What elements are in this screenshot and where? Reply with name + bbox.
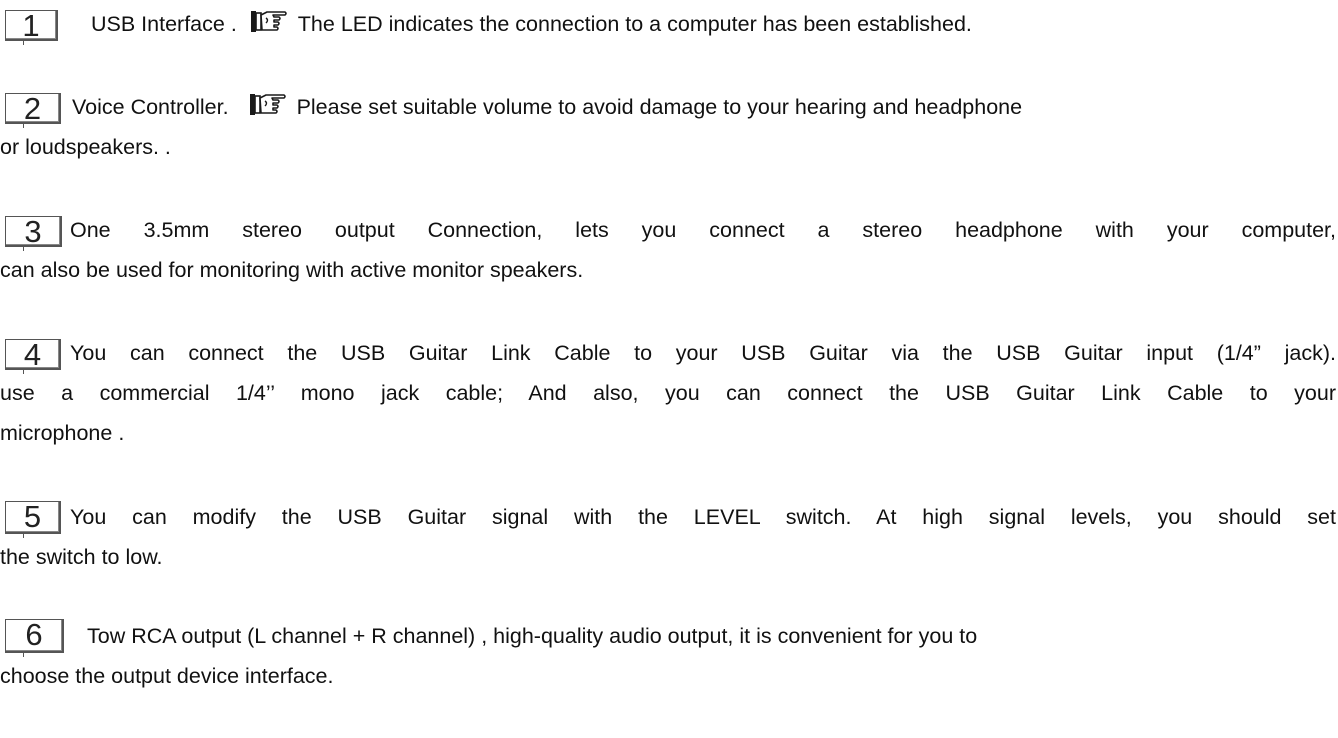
item-text-line: Tow RCA output (L channel + R channel) ,… xyxy=(87,624,978,648)
item-4: 4 You can connect the USB Guitar Link Ca… xyxy=(0,333,1336,453)
item-text-line: use a commercial 1/4’’ mono jack cable; … xyxy=(0,381,1336,405)
number-box: 6 xyxy=(5,619,64,657)
item-6: 6 Tow RCA output (L channel + R channel)… xyxy=(0,616,1336,696)
item-5: 5 You can modify the USB Guitar signal w… xyxy=(0,497,1336,577)
item-text-line: You can connect the USB Guitar Link Cabl… xyxy=(70,341,1336,365)
item-1: 1 USB Interface . The LED indicates the … xyxy=(0,4,1336,45)
item-text-line: You can modify the USB Guitar signal wit… xyxy=(70,505,1336,529)
item-3: 3 One 3.5mm stereo output Connection, le… xyxy=(0,210,1336,290)
item-note: Please set suitable volume to avoid dama… xyxy=(296,95,1023,119)
number-box: 3 xyxy=(5,216,62,251)
item-text-line: the switch to low. xyxy=(0,545,163,569)
number-box: 2 xyxy=(5,93,61,128)
pointing-hand-icon xyxy=(250,8,288,36)
item-note: The LED indicates the connection to a co… xyxy=(297,12,972,36)
pointing-hand-icon xyxy=(249,91,287,119)
number-box: 4 xyxy=(5,339,61,374)
item-title: Voice Controller. xyxy=(72,95,229,119)
item-text-line: One 3.5mm stereo output Connection, lets… xyxy=(70,218,1336,242)
item-text-line: microphone . xyxy=(0,421,125,445)
item-text-line: or loudspeakers. . xyxy=(0,135,171,159)
number-box: 1 xyxy=(5,10,58,45)
item-2: 2 Voice Controller. Please set suitable … xyxy=(0,87,1336,167)
item-text-line: can also be used for monitoring with act… xyxy=(0,258,584,282)
manual-page: { "items": [ { "number": "1", "lead": "U… xyxy=(0,0,1338,738)
item-text-line: choose the output device interface. xyxy=(0,664,334,688)
item-title: USB Interface . xyxy=(91,12,237,36)
number-box: 5 xyxy=(5,501,61,538)
